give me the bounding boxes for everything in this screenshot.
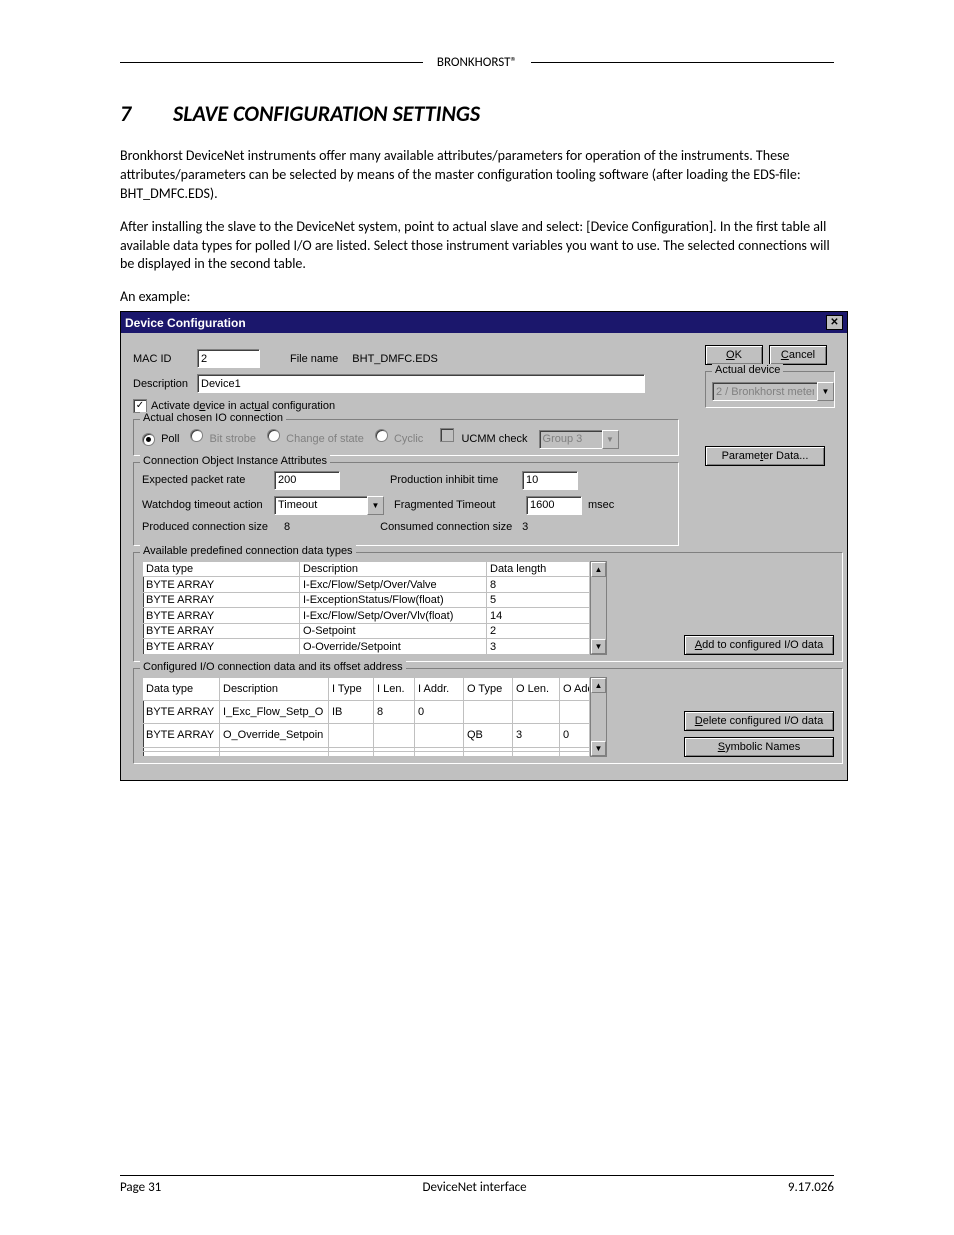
poll-radio[interactable] [142, 433, 155, 446]
chapter-number: 7 [120, 100, 168, 127]
page-footer: Page 31 DeviceNet interface 9.17.026 [120, 1175, 834, 1195]
io-group-title: Actual chosen IO connection [140, 412, 286, 424]
ft-input[interactable] [526, 496, 582, 515]
ucmm-group-value [539, 430, 602, 449]
activate-checkbox[interactable]: ✓ [133, 399, 147, 413]
chevron-down-icon[interactable]: ▼ [367, 496, 384, 515]
scroll-up-icon[interactable]: ▲ [591, 562, 606, 577]
conf-col-olen: O Len. [513, 677, 560, 700]
close-icon[interactable]: ✕ [826, 315, 843, 330]
ucmm-label: UCMM check [461, 433, 527, 445]
table-row[interactable]: BYTE ARRAYI-ExceptionStatus/Flow(float)5 [143, 592, 590, 608]
file-name-value: BHT_DMFC.EDS [352, 353, 438, 365]
scroll-up-icon[interactable]: ▲ [591, 678, 606, 693]
table-row[interactable]: BYTE ARRAYI-Exc/Flow/Setp/Over/Vlv(float… [143, 608, 590, 624]
symbolic-names-button[interactable]: Symbolic Names [684, 737, 834, 757]
cyclic-radio-label: Cyclic [394, 433, 423, 445]
activate-label: Activate device in actual configuration [151, 400, 335, 412]
file-name-label: File name [290, 353, 338, 365]
bitstrobe-radio [190, 429, 203, 442]
actual-device-value [712, 382, 817, 401]
avail-scrollbar[interactable]: ▲ ▼ [590, 561, 607, 655]
dialog-title: Device Configuration [125, 316, 246, 330]
delete-io-button[interactable]: Delete configured I/O data [684, 711, 834, 731]
conf-col-datatype: Data type [143, 677, 220, 700]
mac-id-input[interactable] [197, 349, 260, 368]
ccs-value: 3 [522, 521, 528, 533]
conn-attr-group-title: Connection Object Instance Attributes [140, 455, 330, 467]
ft-label: Fragmented Timeout [394, 499, 526, 511]
conf-col-otype: O Type [464, 677, 513, 700]
mac-id-label: MAC ID [133, 353, 197, 365]
pit-input[interactable] [522, 471, 578, 490]
page-header: BRONKHORST® [120, 55, 834, 70]
table-row[interactable]: BYTE ARRAYI_Exc_Flow_Setp_OIB80 [143, 701, 590, 724]
configured-table[interactable]: Data type Description I Type I Len. I Ad… [142, 677, 590, 757]
dialog-titlebar[interactable]: Device Configuration ✕ [121, 312, 847, 333]
description-label: Description [133, 378, 197, 390]
actual-device-group-title: Actual device [712, 364, 783, 376]
table-row[interactable] [143, 752, 590, 757]
pit-label: Production inhibit time [390, 474, 522, 486]
available-table[interactable]: Data type Description Data length BYTE A… [142, 561, 590, 655]
parameter-data-button[interactable]: Parameter Data... [705, 446, 825, 466]
pcs-label: Produced connection size [142, 521, 284, 533]
conf-scrollbar[interactable]: ▲ ▼ [590, 677, 607, 757]
device-configuration-dialog: Device Configuration ✕ OK Cancel Actual … [120, 311, 848, 781]
conf-col-iaddr: I Addr. [415, 677, 464, 700]
brand: BRONKHORST® [431, 55, 523, 70]
epr-label: Expected packet rate [142, 474, 274, 486]
actual-device-dropdown[interactable]: ▼ [712, 382, 834, 401]
chevron-down-icon: ▼ [817, 382, 834, 401]
avail-col-length: Data length [487, 561, 590, 577]
cancel-button[interactable]: Cancel [769, 345, 827, 365]
pcs-value: 8 [284, 521, 290, 533]
footer-right: 9.17.026 [788, 1180, 834, 1195]
ccs-label: Consumed connection size [380, 521, 522, 533]
scroll-down-icon[interactable]: ▼ [591, 639, 606, 654]
conf-group-title: Configured I/O connection data and its o… [140, 661, 406, 673]
table-row[interactable]: BYTE ARRAYO-Override/Setpoint3 [143, 639, 590, 655]
wdt-label: Watchdog timeout action [142, 499, 274, 511]
conf-col-oaddr: O Addr. [560, 677, 590, 700]
avail-col-description: Description [300, 561, 487, 577]
table-row[interactable]: BYTE ARRAYI-Exc/Flow/Setp/Over/Valve8 [143, 577, 590, 593]
ft-unit: msec [588, 499, 614, 511]
conf-col-ilen: I Len. [374, 677, 415, 700]
cyclic-radio [375, 429, 388, 442]
footer-page: Page 31 [120, 1180, 161, 1195]
avail-group-title: Available predefined connection data typ… [140, 545, 356, 557]
avail-col-datatype: Data type [143, 561, 300, 577]
chapter-heading: 7 SLAVE CONFIGURATION SETTINGS [120, 100, 834, 127]
chapter-title: SLAVE CONFIGURATION SETTINGS [173, 100, 480, 127]
description-input[interactable] [197, 374, 645, 393]
chevron-down-icon: ▼ [602, 430, 619, 449]
conf-col-description: Description [220, 677, 329, 700]
ok-button[interactable]: OK [705, 345, 763, 365]
ucmm-checkbox[interactable] [440, 428, 454, 442]
bitstrobe-radio-label: Bit strobe [210, 433, 256, 445]
example-label: An example: [120, 288, 834, 305]
paragraph-2: After installing the slave to the Device… [120, 218, 834, 275]
table-row[interactable]: BYTE ARRAYO-Setpoint2 [143, 623, 590, 639]
conf-col-itype: I Type [329, 677, 374, 700]
poll-radio-label: Poll [161, 433, 179, 445]
ucmm-group-dropdown: ▼ [539, 430, 619, 449]
paragraph-1: Bronkhorst DeviceNet instruments offer m… [120, 147, 834, 204]
footer-center: DeviceNet interface [423, 1180, 527, 1195]
table-row[interactable]: BYTE ARRAYO_Override_SetpoinQB30 [143, 724, 590, 747]
wdt-value [274, 496, 367, 515]
wdt-dropdown[interactable]: ▼ [274, 496, 384, 515]
cos-radio-label: Change of state [286, 433, 364, 445]
add-io-button[interactable]: Add to configured I/O data [684, 635, 834, 655]
epr-input[interactable] [274, 471, 340, 490]
scroll-down-icon[interactable]: ▼ [591, 741, 606, 756]
cos-radio [267, 429, 280, 442]
